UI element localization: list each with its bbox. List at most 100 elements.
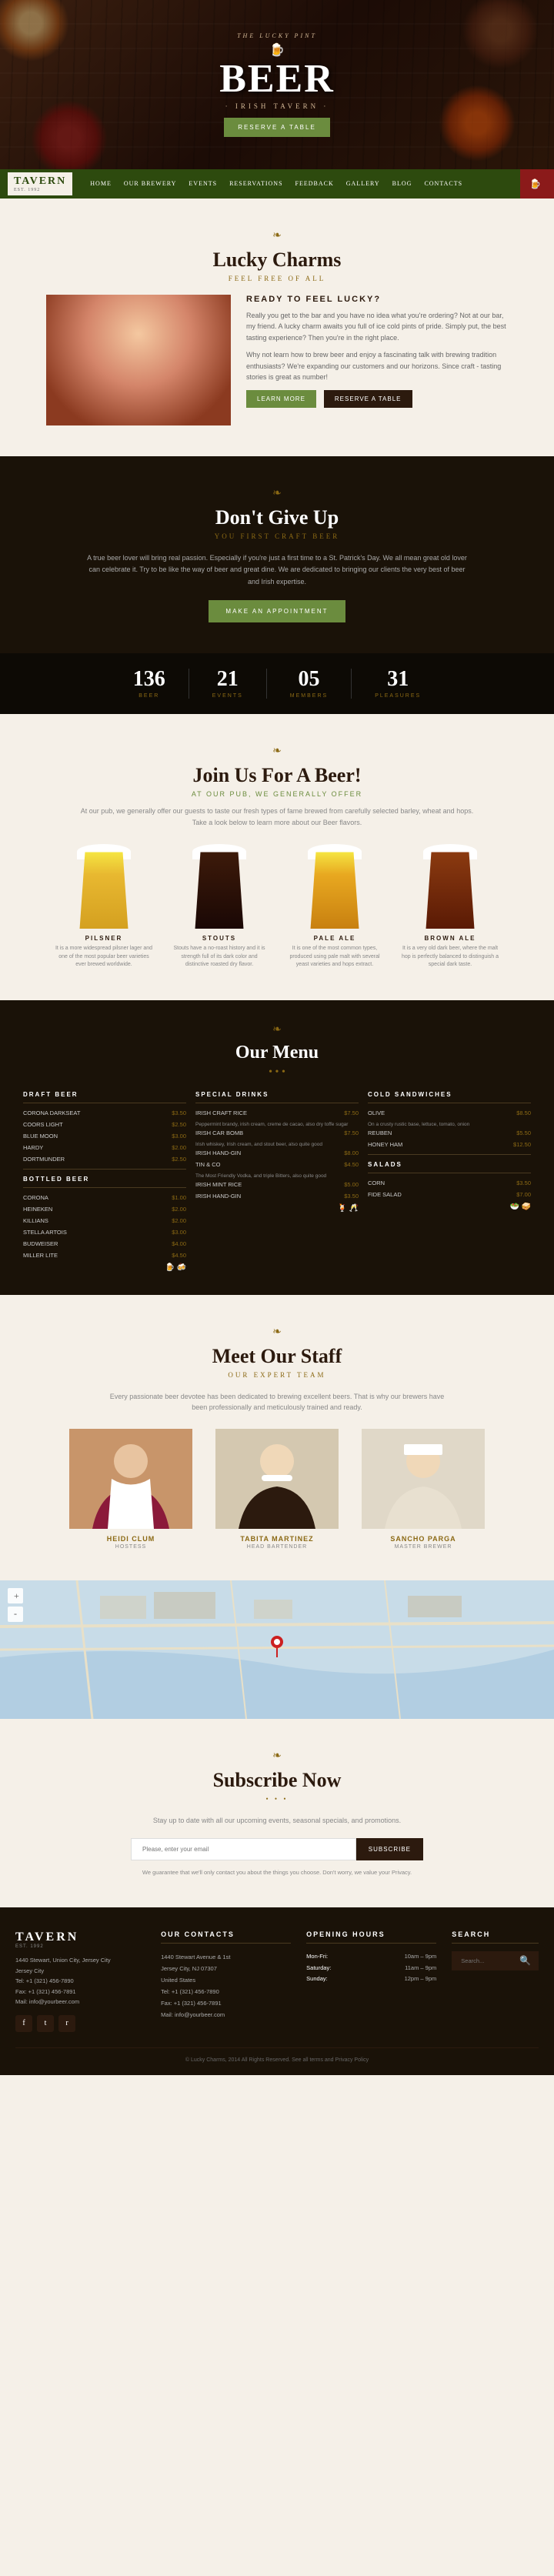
menu-item-price: $3.00 — [172, 1133, 186, 1140]
menu-item-name: CORN — [368, 1180, 516, 1186]
beer-stout-glass — [189, 844, 250, 929]
lucky-charms-content: READY TO FEEL LUCKY? Really you get to t… — [46, 295, 508, 425]
menu-salads-title: SALADS — [368, 1161, 531, 1173]
menu-special-title: SPECIAL DRINKS — [195, 1091, 359, 1103]
menu-item-price: $4.00 — [172, 1240, 186, 1247]
menu-item-price: $7.50 — [344, 1130, 359, 1136]
map-section[interactable]: + - — [0, 1580, 554, 1719]
hours-day-1: Mon-Fri: — [306, 1951, 328, 1962]
menu-item: HARDY $2.00 — [23, 1144, 186, 1151]
nav-item-brewery[interactable]: OUR BREWERY — [118, 169, 183, 199]
menu-item-price: $2.00 — [172, 1206, 186, 1213]
svg-text:-: - — [14, 1608, 17, 1619]
footer-contact-6: Mail: info@yourbeer.com — [161, 2009, 291, 2020]
subscribe-button[interactable]: SUBSCRIBE — [356, 1838, 423, 1860]
subscribe-subtitle: • • • — [46, 1795, 508, 1803]
learn-more-button[interactable]: LEARN MORE — [246, 390, 316, 408]
menu-col-draft: DRAFT BEER CORONA DARKSEAT $3.50 COORS L… — [23, 1091, 186, 1272]
hours-day-2: Saturday: — [306, 1963, 331, 1974]
staff-member-3: SANCHO PARGA MASTER BREWER — [362, 1429, 485, 1550]
footer-contacts-content: 1440 Stewart Avenue & 1st Jersey City, N… — [161, 1951, 291, 2020]
footer-addr-3: Tel: +1 (321) 456-7890 — [15, 1976, 145, 1987]
nav-item-blog[interactable]: BLOG — [386, 169, 419, 199]
menu-item-name: IRISH MINT RICE — [195, 1181, 344, 1188]
menu-item-name: CORONA — [23, 1194, 172, 1201]
lucky-paragraph-1: Really you get to the bar and you have n… — [246, 310, 508, 343]
beer-stout-body — [192, 852, 246, 929]
dont-give-up-content: A true beer lover will bring real passio… — [85, 552, 469, 622]
menu-item-price: $2.00 — [172, 1217, 186, 1224]
footer-contact-3: United States — [161, 1974, 291, 1986]
menu-item-name: IRISH CRAFT RICE — [195, 1109, 344, 1116]
staff-role-2: HEAD BARTENDER — [215, 1544, 339, 1550]
svg-text:+: + — [14, 1590, 19, 1601]
menu-item-price: $5.50 — [516, 1130, 531, 1136]
menu-item-price: $3.50 — [344, 1193, 359, 1200]
hero-reserve-button[interactable]: RESERVE A TABLE — [224, 118, 330, 137]
menu-item: REUBEN $5.50 — [368, 1130, 531, 1136]
footer-hours-row-1: Mon-Fri: 10am – 9pm — [306, 1951, 436, 1962]
nav-item-contacts[interactable]: CONTACTS — [418, 169, 469, 199]
nav-ribbon: 🍺 — [520, 169, 554, 199]
footer-contact-2: Jersey City, NJ 07307 — [161, 1963, 291, 1974]
menu-item-name: IRISH HAND-GIN — [195, 1193, 344, 1200]
footer-addr-1: 1440 Stewart, Union City, Jersey City — [15, 1955, 145, 1966]
staff-subtitle: OUR EXPERT TEAM — [46, 1371, 508, 1379]
menu-icon-row: 🍹 🥂 — [195, 1204, 359, 1213]
menu-item-name: DORTMUNDER — [23, 1156, 172, 1163]
join-beer-desc: At our pub, we generally offer our guest… — [77, 806, 477, 829]
facebook-icon[interactable]: f — [15, 2015, 32, 2032]
staff-grid: HEIDI CLUM HOSTESS TABITA MARTINEZ HEAD … — [46, 1429, 508, 1550]
footer-social: f t r — [15, 2015, 145, 2032]
staff-member-1: HEIDI CLUM HOSTESS — [69, 1429, 192, 1550]
hours-time-3: 12pm – 9pm — [405, 1974, 437, 1984]
footer-search-icon[interactable]: 🔍 — [513, 1955, 537, 1967]
lucky-charms-section: ❧ Lucky Charms FEEL FREE OF ALL READY TO… — [0, 199, 554, 456]
nav-item-home[interactable]: HOME — [84, 169, 118, 199]
beer-pale-desc: It is one of the most common types, prod… — [285, 945, 385, 969]
beer-brown-name: BROWN ALE — [400, 935, 500, 942]
footer-contact-4: Tel: +1 (321) 456-7890 — [161, 1986, 291, 1997]
beer-pilsner-glass — [73, 844, 135, 929]
footer-addr-5: Mail: info@yourbeer.com — [15, 1997, 145, 2007]
join-beer-title: Join Us For A Beer! — [46, 764, 508, 787]
lucky-charms-subtitle: FEEL FREE OF ALL — [46, 275, 508, 282]
stat-events-label: EVENTS — [212, 693, 243, 699]
menu-divider — [368, 1154, 531, 1155]
twitter-icon[interactable]: t — [37, 2015, 54, 2032]
footer-contact-1: 1440 Stewart Avenue & 1st — [161, 1951, 291, 1963]
beer-stout: STOUTS Stouts have a no-roast history an… — [169, 844, 269, 969]
menu-item-name: TIN & CO — [195, 1161, 344, 1168]
footer-address: 1440 Stewart, Union City, Jersey City Je… — [15, 1955, 145, 2007]
lucky-charms-text: READY TO FEEL LUCKY? Really you get to t… — [246, 295, 508, 425]
staff-photo-sancho — [362, 1429, 485, 1529]
beer-pale-glass — [304, 844, 365, 929]
lucky-charms-image-inner — [46, 295, 231, 425]
hours-day-3: Sunday: — [306, 1974, 328, 1984]
footer-hours-title: OPENING HOURS — [306, 1930, 436, 1944]
stat-members-number: 05 — [290, 669, 328, 690]
menu-item: BUDWEISER $4.00 — [23, 1240, 186, 1247]
join-beer-subtitle: AT OUR PUB, WE GENERALLY OFFER — [46, 790, 508, 798]
nav-item-events[interactable]: EVENTS — [182, 169, 223, 199]
menu-item: IRISH HAND-GIN $8.00 — [195, 1150, 359, 1156]
nav-item-reservations[interactable]: RESERVATIONS — [223, 169, 289, 199]
make-appointment-button[interactable]: MAKE AN APPOINTMENT — [209, 600, 345, 622]
beer-pilsner-desc: It is a more widespread pilsner lager an… — [54, 945, 154, 969]
join-beer-section: ❧ Join Us For A Beer! AT OUR PUB, WE GEN… — [0, 714, 554, 1000]
nav-item-gallery[interactable]: GALLERY — [340, 169, 386, 199]
subscribe-email-input[interactable] — [131, 1838, 356, 1860]
menu-item: KILLIANS $2.00 — [23, 1217, 186, 1224]
nav-item-feedback[interactable]: FEEDBACK — [289, 169, 340, 199]
hero-brand-line: THE LUCKY PINT — [219, 32, 335, 39]
menu-item: COORS LIGHT $2.50 — [23, 1121, 186, 1128]
ready-title: READY TO FEEL LUCKY? — [246, 295, 508, 304]
nav-items: HOME OUR BREWERY EVENTS RESERVATIONS FEE… — [84, 169, 546, 199]
reserve-table-button[interactable]: RESERVE A TABLE — [324, 390, 412, 408]
beer-pale-name: PALE ALE — [285, 935, 385, 942]
stat-members-label: MEMBERS — [290, 693, 328, 699]
menu-col-special: SPECIAL DRINKS IRISH CRAFT RICE $7.50 Pe… — [195, 1091, 359, 1272]
footer-contacts-col: OUR CONTACTS 1440 Stewart Avenue & 1st J… — [161, 1930, 291, 2032]
footer-search-input[interactable] — [453, 1953, 513, 1969]
rss-icon[interactable]: r — [58, 2015, 75, 2032]
